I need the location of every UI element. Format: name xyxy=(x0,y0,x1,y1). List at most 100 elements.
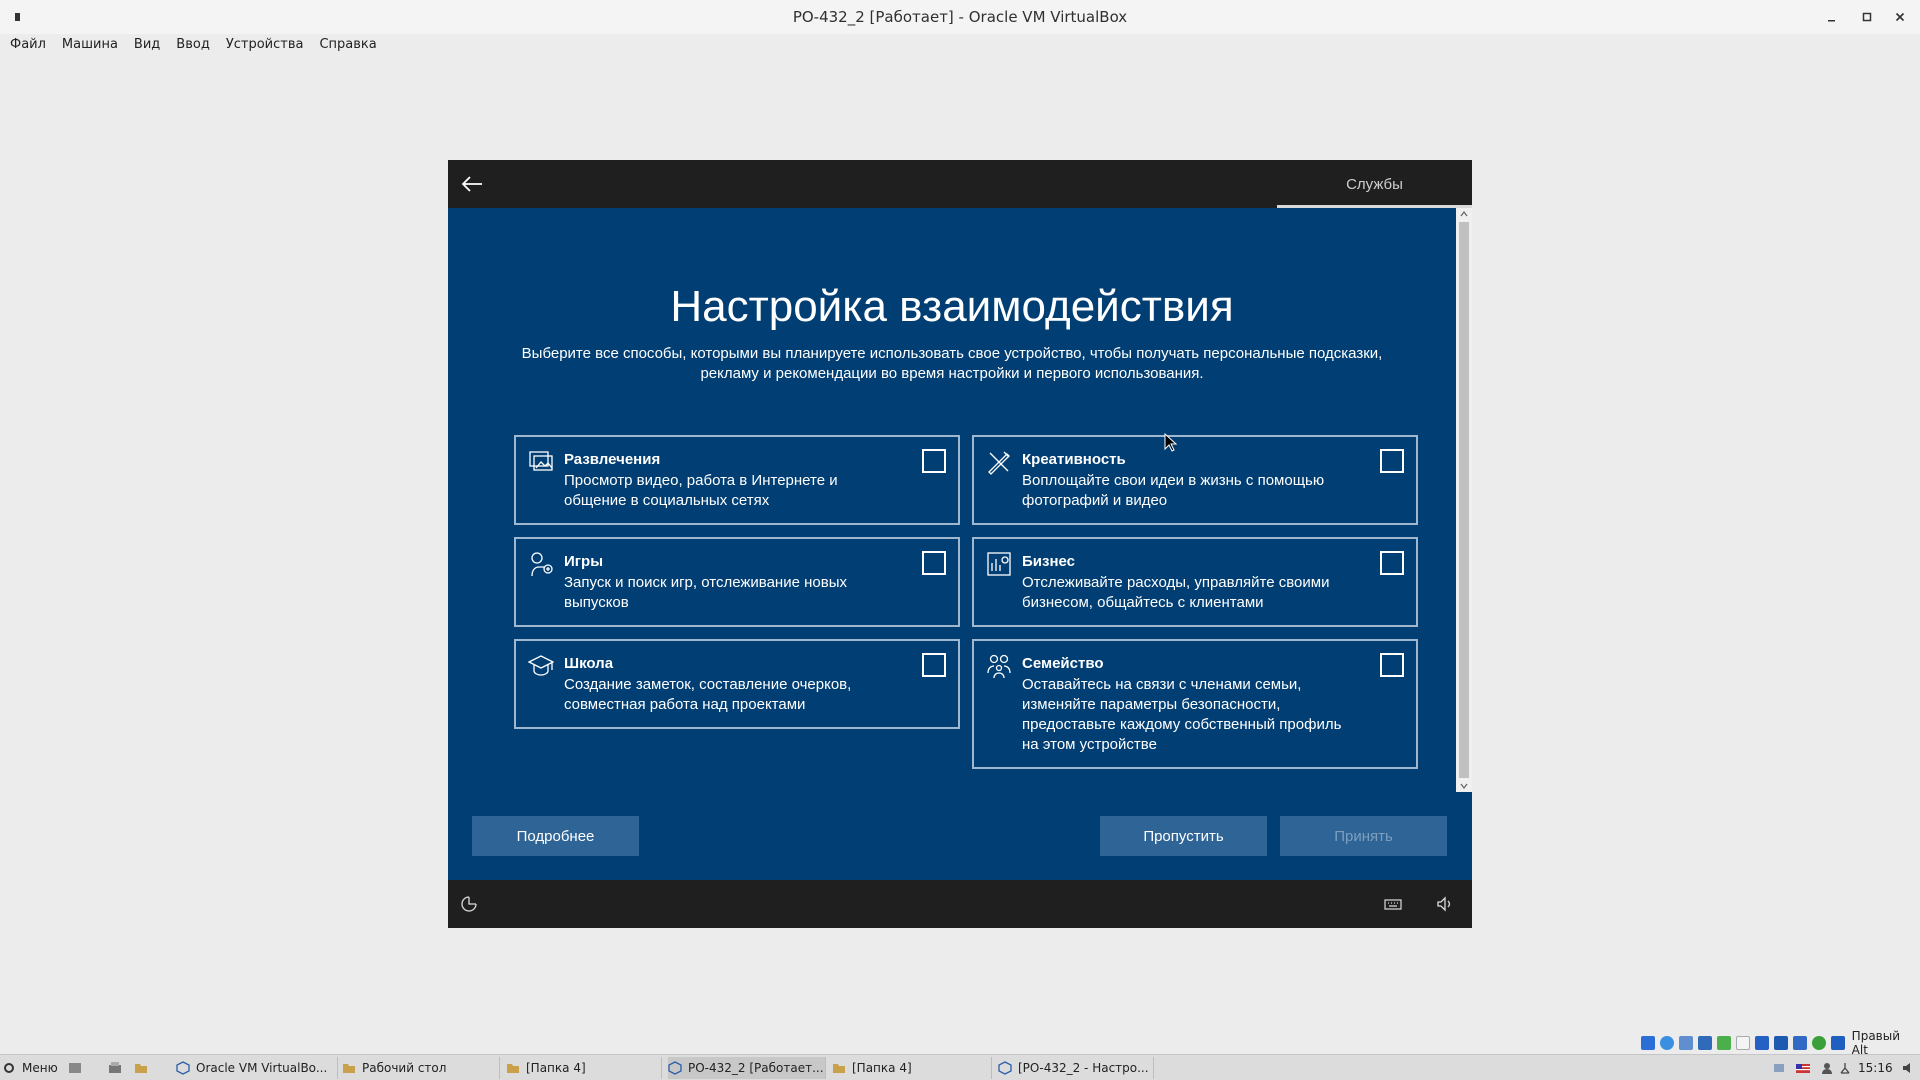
folder-icon xyxy=(135,1064,147,1073)
virtualbox-icon xyxy=(998,1061,1012,1075)
taskbar: Меню Oracle VM VirtualBo... Рабочий стол… xyxy=(0,1054,1920,1080)
network-wired-icon xyxy=(1774,1064,1784,1072)
task-vm-settings[interactable]: [РО-432_2 - Настро... xyxy=(998,1057,1154,1079)
recording-icon[interactable] xyxy=(1773,1036,1788,1050)
menu-devices[interactable]: Устройства xyxy=(218,37,312,52)
task-virtualbox-manager[interactable]: Oracle VM VirtualBo... xyxy=(176,1057,338,1079)
menu-view[interactable]: Вид xyxy=(126,37,168,52)
menu-bar: Файл Машина Вид Ввод Устройства Справка xyxy=(0,34,1920,54)
creativity-icon xyxy=(988,451,1010,475)
task-desktop[interactable]: Рабочий стол xyxy=(342,1057,500,1079)
card-description: Создание заметок, составление очерков, с… xyxy=(564,676,852,713)
arrow-down-icon[interactable] xyxy=(1830,1036,1845,1050)
menu-help[interactable]: Справка xyxy=(311,37,384,52)
business-checkbox[interactable] xyxy=(1380,551,1404,575)
option-card-gaming[interactable]: Игры Запуск и поиск игр, отслеживание но… xyxy=(514,537,960,627)
user-icon xyxy=(1822,1063,1832,1074)
task-label: РО-432_2 [Работает... xyxy=(688,1061,824,1075)
window-titlebar: РО-432_2 [Работает] - Oracle VM VirtualB… xyxy=(0,0,1920,34)
host-key-label: Правый Alt xyxy=(1851,1029,1901,1057)
tray-user[interactable] xyxy=(1820,1057,1836,1079)
quicklaunch-apps[interactable] xyxy=(108,1057,128,1079)
card-description: Воплощайте свои идеи в жизнь с помощью ф… xyxy=(1022,472,1325,509)
task-folder-4[interactable]: [Папка 4] xyxy=(506,1057,662,1079)
shared-folders-icon[interactable] xyxy=(1735,1036,1750,1050)
minimize-icon xyxy=(1828,20,1835,22)
family-checkbox[interactable] xyxy=(1380,653,1404,677)
scrollbar-thumb[interactable] xyxy=(1459,222,1469,778)
card-description: Отслеживайте расходы, управляйте своими … xyxy=(1022,574,1330,611)
scroll-down-icon[interactable] xyxy=(1460,782,1468,790)
keyboard-icon[interactable] xyxy=(1384,895,1402,913)
oobe-header: Службы xyxy=(448,160,1472,208)
terminal-icon xyxy=(69,1063,81,1073)
display-icon[interactable] xyxy=(1754,1036,1769,1050)
option-card-entertainment[interactable]: Развлечения Просмотр видео, работа в Инт… xyxy=(514,435,960,525)
graduation-cap-icon xyxy=(528,655,554,676)
folder-icon xyxy=(507,1064,519,1073)
entertainment-checkbox[interactable] xyxy=(922,449,946,473)
accessibility-icon[interactable] xyxy=(460,895,478,913)
usb-icon[interactable] xyxy=(1716,1036,1731,1050)
card-title: Школа xyxy=(564,655,614,672)
oobe-footer xyxy=(448,880,1472,928)
task-folder-4-b[interactable]: [Папка 4] xyxy=(832,1057,992,1079)
creativity-checkbox[interactable] xyxy=(1380,449,1404,473)
volume-icon[interactable] xyxy=(1436,895,1454,913)
quicklaunch-terminal[interactable] xyxy=(68,1057,88,1079)
task-label: Oracle VM VirtualBo... xyxy=(196,1061,328,1075)
option-card-family[interactable]: Семейство Оставайтесь на связи с членами… xyxy=(972,639,1418,769)
page-title: Настройка взаимодействия xyxy=(670,282,1234,331)
window-menu-icon[interactable] xyxy=(14,12,22,22)
mouse-integration-icon[interactable] xyxy=(1811,1036,1826,1050)
menu-file[interactable]: Файл xyxy=(2,37,54,52)
task-vm-running[interactable]: РО-432_2 [Работает... xyxy=(668,1057,826,1079)
menu-machine[interactable]: Машина xyxy=(54,37,126,52)
scroll-up-icon[interactable] xyxy=(1460,210,1468,218)
volume-icon xyxy=(1903,1063,1910,1073)
card-title: Развлечения xyxy=(564,451,661,468)
scrollbar[interactable] xyxy=(1456,208,1472,792)
option-card-creativity[interactable]: Креативность Воплощайте свои идеи в жизн… xyxy=(972,435,1418,525)
task-label: Рабочий стол xyxy=(362,1061,447,1075)
tray-clock[interactable]: 15:16 xyxy=(1858,1057,1900,1079)
option-card-business[interactable]: Бизнес Отслеживайте расходы, управляйте … xyxy=(972,537,1418,627)
close-button[interactable] xyxy=(1888,7,1912,27)
back-arrow-icon[interactable] xyxy=(460,174,484,194)
us-flag-icon xyxy=(1796,1064,1810,1073)
card-title: Бизнес xyxy=(1022,553,1076,570)
gaming-icon xyxy=(531,552,553,577)
close-icon xyxy=(1895,12,1905,22)
option-card-school[interactable]: Школа Создание заметок, составление очер… xyxy=(514,639,960,729)
folder-icon xyxy=(343,1064,355,1073)
clock-time: 15:16 xyxy=(1858,1061,1893,1075)
business-icon xyxy=(987,552,1011,576)
minimize-button[interactable] xyxy=(1820,7,1844,27)
tray-keyboard-layout[interactable] xyxy=(1796,1057,1814,1079)
maximize-button[interactable] xyxy=(1855,7,1879,27)
card-description: Просмотр видео, работа в Интернете и общ… xyxy=(564,472,838,509)
window-title: РО-432_2 [Работает] - Oracle VM VirtualB… xyxy=(792,8,1128,26)
menu-input[interactable]: Ввод xyxy=(168,37,218,52)
tray-network[interactable] xyxy=(1772,1057,1790,1079)
tab-services[interactable]: Службы xyxy=(1277,160,1472,208)
accept-button[interactable]: Принять xyxy=(1280,816,1447,856)
start-menu-button[interactable]: Меню xyxy=(2,1057,62,1079)
card-description: Запуск и поиск игр, отслеживание новых в… xyxy=(564,574,847,611)
start-menu-label: Меню xyxy=(22,1061,58,1075)
tray-network-status[interactable] xyxy=(1838,1057,1856,1079)
card-title: Игры xyxy=(564,553,604,570)
cpu-icon[interactable] xyxy=(1792,1036,1807,1050)
learn-more-button[interactable]: Подробнее xyxy=(472,816,639,856)
skip-button[interactable]: Пропустить xyxy=(1100,816,1267,856)
hdd-icon[interactable] xyxy=(1641,1036,1655,1050)
optical-drive-icon[interactable] xyxy=(1659,1036,1674,1050)
vm-display[interactable]: Службы Настройка взаимодействия Выберите… xyxy=(448,160,1472,928)
audio-device-icon[interactable] xyxy=(1678,1036,1693,1050)
mouse-cursor-icon xyxy=(1164,433,1178,452)
quicklaunch-files[interactable] xyxy=(134,1057,154,1079)
network-icon[interactable] xyxy=(1697,1036,1712,1050)
tray-volume[interactable] xyxy=(1902,1057,1918,1079)
school-checkbox[interactable] xyxy=(922,653,946,677)
gaming-checkbox[interactable] xyxy=(922,551,946,575)
